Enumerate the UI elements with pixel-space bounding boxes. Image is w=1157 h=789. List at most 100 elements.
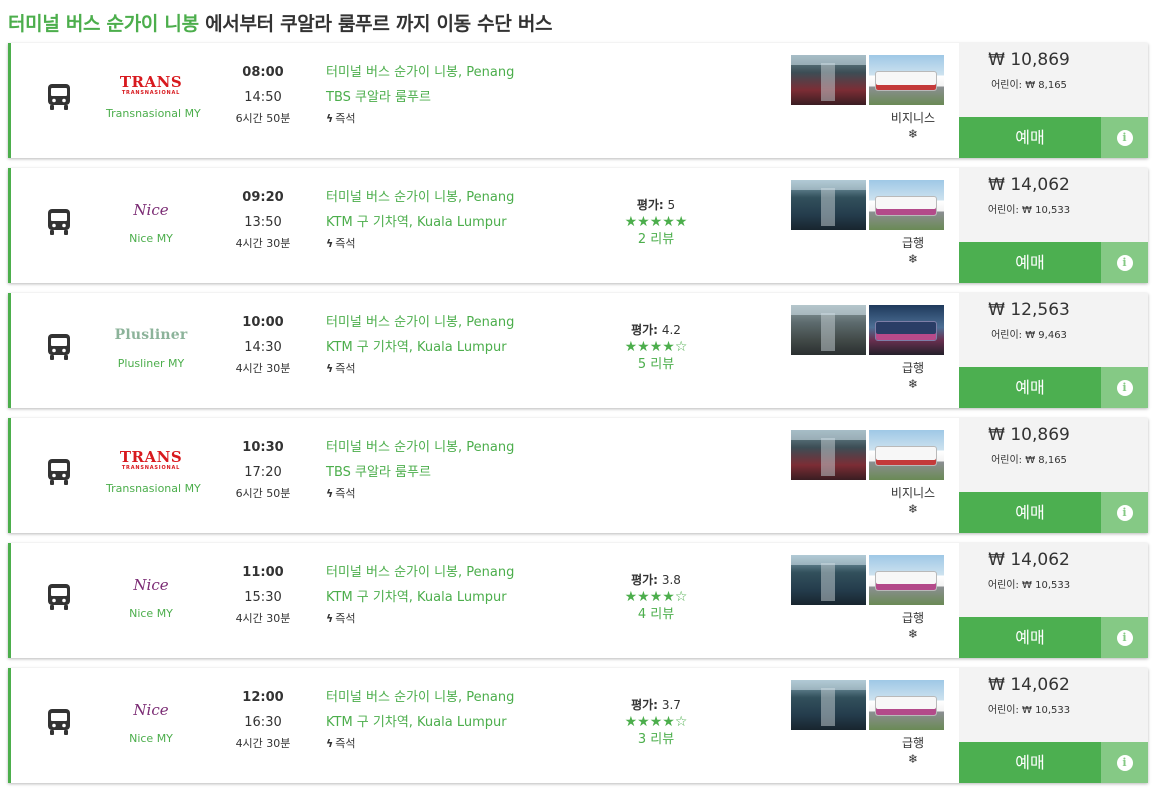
to-station-link[interactable]: KTM 구 기차역, Kuala Lumpur: [326, 589, 586, 614]
info-icon: i: [1116, 504, 1133, 521]
from-station-link[interactable]: 터미널 버스 순가이 니봉, Penang: [326, 314, 586, 339]
reviews-link[interactable]: 4 리뷰: [611, 606, 701, 623]
operator-name: Nice MY: [129, 232, 173, 245]
to-station-link[interactable]: KTM 구 기차역, Kuala Lumpur: [326, 339, 586, 364]
from-station-link[interactable]: 터미널 버스 순가이 니봉, Penang: [326, 689, 586, 714]
book-button[interactable]: 예매: [959, 742, 1101, 783]
times: 08:00 14:50 6시간 50분: [223, 64, 303, 126]
to-station-link[interactable]: KTM 구 기차역, Kuala Lumpur: [326, 714, 586, 739]
book-button[interactable]: 예매: [959, 367, 1101, 408]
reviews-link[interactable]: 2 리뷰: [611, 231, 701, 248]
lightning-bolt-icon: ϟ: [326, 112, 334, 125]
reviews-link[interactable]: 3 리뷰: [611, 731, 701, 748]
departure-time: 10:30: [242, 440, 284, 455]
info-button[interactable]: i: [1101, 117, 1148, 158]
price: ₩ 12,563: [988, 300, 1070, 320]
bus-interior-photo[interactable]: [791, 555, 866, 605]
info-icon: i: [1116, 379, 1133, 396]
star-filled-icon: ★: [649, 714, 663, 730]
book-button[interactable]: 예매: [959, 117, 1101, 158]
bus-photos: [791, 305, 944, 355]
info-button[interactable]: i: [1101, 367, 1148, 408]
operator-logo: TRANS TRANSNASIONAL: [106, 442, 196, 478]
bus-exterior-photo[interactable]: [869, 680, 944, 730]
rating-score: 평가: 3.7: [611, 697, 701, 713]
star-filled-icon: ★: [662, 714, 675, 730]
info-icon: i: [1116, 754, 1133, 771]
bus-interior-photo[interactable]: [791, 305, 866, 355]
from-station-link[interactable]: 터미널 버스 순가이 니봉, Penang: [326, 439, 586, 464]
duration: 4시간 30분: [235, 237, 291, 250]
to-station-link[interactable]: TBS 쿠알라 룸푸르: [326, 464, 586, 489]
duration: 4시간 30분: [235, 737, 291, 750]
arrival-time: 17:20: [244, 465, 282, 480]
from-station-link[interactable]: 터미널 버스 순가이 니봉, Penang: [326, 189, 586, 214]
book-button[interactable]: 예매: [959, 617, 1101, 658]
operator-name: Plusliner MY: [117, 357, 185, 370]
book-button[interactable]: 예매: [959, 242, 1101, 283]
departure-time: 12:00: [242, 690, 284, 705]
instant-label: 즉석: [335, 487, 356, 500]
rating-stars: ★★★★★: [611, 213, 701, 231]
instant-booking: ϟ 즉석: [326, 362, 586, 376]
bus-exterior-photo[interactable]: [869, 55, 944, 105]
to-station-link[interactable]: TBS 쿠알라 룸푸르: [326, 89, 586, 114]
star-empty-icon: ☆: [674, 589, 688, 605]
operator-name: Transnasional MY: [106, 482, 201, 495]
from-station-link[interactable]: 터미널 버스 순가이 니봉, Penang: [326, 64, 586, 89]
operator-logo-box: Nice Nice MY: [106, 567, 196, 631]
rating-value: 4.2: [661, 323, 681, 337]
arrival-time: 15:30: [244, 590, 282, 605]
info-button[interactable]: i: [1101, 492, 1148, 533]
info-button[interactable]: i: [1101, 242, 1148, 283]
rating-score: 평가: 3.8: [611, 572, 701, 588]
times: 12:00 16:30 4시간 30분: [223, 689, 303, 751]
nice-logo: Nice: [133, 701, 169, 719]
bus-class: 비지니스 ❄: [873, 110, 953, 142]
title-rest: 에서부터 쿠알라 룸푸르 까지 이동 수단 버스: [205, 13, 553, 35]
instant-booking: ϟ 즉석: [326, 237, 586, 251]
price: ₩ 14,062: [988, 175, 1070, 195]
trip-card: Nice Nice MY 12:00 16:30 4시간 30분 터미널 버스 …: [8, 668, 1148, 783]
snowflake-icon: ❄: [907, 752, 919, 766]
snowflake-icon: ❄: [907, 502, 919, 516]
arrival-time: 16:30: [244, 715, 282, 730]
bus-exterior-photo[interactable]: [869, 305, 944, 355]
price: ₩ 14,062: [988, 550, 1070, 570]
operator-logo-box: Nice Nice MY: [106, 692, 196, 756]
to-station-link[interactable]: KTM 구 기차역, Kuala Lumpur: [326, 214, 586, 239]
rating-label: 평가:: [631, 323, 658, 337]
instant-label: 즉석: [335, 362, 356, 375]
bus-class: 급행 ❄: [873, 735, 953, 767]
bus-photos: [791, 555, 944, 605]
bus-exterior-photo[interactable]: [869, 180, 944, 230]
from-station-link[interactable]: 터미널 버스 순가이 니봉, Penang: [326, 564, 586, 589]
reviews-link[interactable]: 5 리뷰: [611, 356, 701, 373]
transnasional-logo: TRANS TRANSNASIONAL: [120, 74, 182, 96]
info-icon: i: [1116, 129, 1133, 146]
rating-value: 3.8: [661, 573, 681, 587]
operator-name: Transnasional MY: [106, 107, 201, 120]
bus-interior-photo[interactable]: [791, 680, 866, 730]
times: 11:00 15:30 4시간 30분: [223, 564, 303, 626]
info-button[interactable]: i: [1101, 617, 1148, 658]
bus-interior-photo[interactable]: [791, 55, 866, 105]
bus-interior-photo[interactable]: [791, 180, 866, 230]
rating-stars: ★★★★☆: [611, 338, 701, 356]
info-button[interactable]: i: [1101, 742, 1148, 783]
stations: 터미널 버스 순가이 니봉, Penang KTM 구 기차역, Kuala L…: [326, 689, 586, 751]
price-box: ₩ 14,062 어린이: ₩ 10,533 예매 i: [959, 543, 1148, 658]
stations: 터미널 버스 순가이 니봉, Penang KTM 구 기차역, Kuala L…: [326, 189, 586, 251]
bus-class: 급행 ❄: [873, 360, 953, 392]
child-price: 어린이: ₩ 10,533: [987, 205, 1071, 216]
bus-photos: [791, 430, 944, 480]
book-button[interactable]: 예매: [959, 492, 1101, 533]
bus-exterior-photo[interactable]: [869, 430, 944, 480]
star-filled-icon: ★: [662, 339, 675, 355]
bus-exterior-photo[interactable]: [869, 555, 944, 605]
departure-time: 10:00: [242, 315, 284, 330]
star-filled-icon: ★: [662, 589, 675, 605]
nice-logo: Nice: [133, 201, 169, 219]
bus-icon: [48, 84, 70, 110]
bus-interior-photo[interactable]: [791, 430, 866, 480]
